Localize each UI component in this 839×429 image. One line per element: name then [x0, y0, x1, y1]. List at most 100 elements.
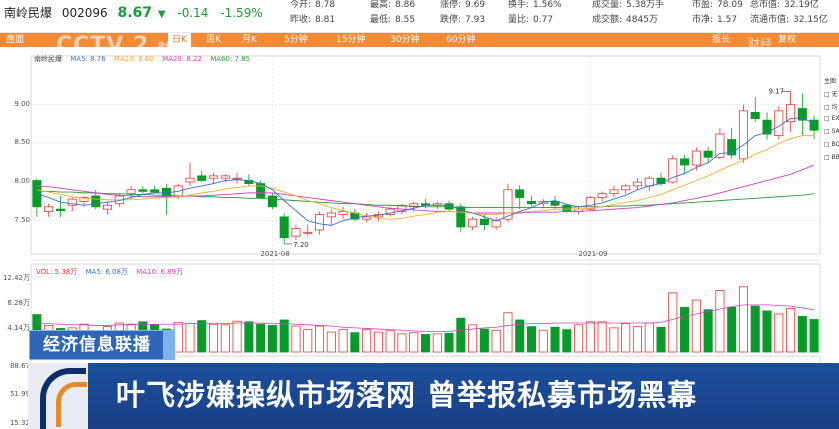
volume-bar — [456, 317, 466, 353]
volume-bar — [786, 308, 796, 353]
volume-bar — [703, 309, 713, 353]
candle-body — [515, 189, 525, 198]
candle-body — [585, 197, 595, 210]
volume-bar — [279, 319, 289, 353]
volume-bar — [738, 286, 748, 353]
volume-bar — [420, 334, 431, 353]
volume-bar — [267, 325, 277, 353]
high-annotation: 9.17 — [769, 88, 785, 96]
candle-body — [621, 185, 631, 191]
candle-body — [691, 150, 701, 166]
candle-body — [303, 231, 313, 234]
price-tick-label: 9.00 — [14, 99, 30, 108]
indicator-option[interactable]: □ BB — [824, 154, 839, 161]
volume-bar — [632, 326, 642, 353]
candle-body — [138, 189, 148, 192]
candle-body — [232, 177, 242, 180]
volume-bar — [562, 329, 572, 353]
volume-bar — [220, 324, 230, 353]
candle-body — [91, 195, 101, 208]
volume-bar — [574, 324, 584, 353]
candle-body — [103, 204, 113, 210]
candle-body — [774, 110, 784, 137]
program-tag-accent — [163, 330, 175, 360]
candle-body — [703, 150, 713, 158]
candle-body — [185, 177, 195, 183]
volume-bar — [597, 321, 607, 353]
volume-bar — [326, 331, 336, 353]
candle-body — [338, 211, 348, 215]
date-axis-label: 2021-09 — [578, 250, 608, 258]
candle-body — [609, 189, 619, 195]
candle-body — [279, 216, 289, 239]
candle-body — [562, 204, 572, 212]
price-tick-label: 8.00 — [14, 177, 30, 186]
volume-bar — [644, 322, 654, 353]
indicator-option[interactable]: 主图 — [824, 76, 836, 85]
volume-bar — [185, 323, 195, 353]
candle-body — [468, 218, 478, 228]
candle-body — [644, 177, 654, 187]
volume-bar — [291, 325, 301, 353]
volume-bar — [409, 332, 419, 353]
candle-body — [491, 220, 501, 228]
volume-bar — [609, 327, 619, 353]
low-annotation: 7.20 — [293, 241, 309, 249]
volume-tick-label: 8.28万 — [7, 299, 30, 307]
volume-bar — [256, 323, 266, 353]
macd-tick-label: 51.99 — [9, 390, 30, 398]
candle-body — [786, 104, 796, 123]
volume-bar — [797, 315, 807, 353]
candle-body — [632, 181, 642, 187]
volume-bar — [550, 326, 560, 353]
candle-body — [656, 177, 666, 184]
volume-bar — [209, 323, 219, 353]
macd-tick-label: 88.67 — [9, 362, 30, 370]
candle-body — [750, 112, 760, 120]
volume-bar — [750, 305, 760, 353]
indicator-option[interactable]: □ BO — [824, 141, 839, 148]
candle-body — [680, 158, 690, 166]
price-tick-label: 8.50 — [14, 138, 30, 147]
candle-body — [738, 110, 748, 160]
indicator-option[interactable]: □ 均 — [824, 102, 838, 111]
indicator-option[interactable]: □ 无 — [824, 89, 838, 98]
volume-bar — [691, 299, 701, 353]
candle-body — [314, 214, 325, 231]
volume-bar — [809, 319, 819, 353]
candle-body — [362, 216, 372, 220]
candle-body — [197, 175, 207, 181]
indicator-option[interactable]: □ SA — [824, 128, 839, 135]
candle-body — [326, 212, 336, 218]
indicator-option[interactable]: □ EX — [824, 115, 839, 122]
ticker-logo-arc-accent-icon — [56, 382, 87, 427]
volume-bar — [656, 326, 666, 353]
volume-bar — [303, 329, 313, 353]
candle-body — [209, 175, 219, 179]
candle-body — [479, 218, 489, 226]
candle-body — [55, 208, 65, 212]
volume-bar — [585, 321, 595, 353]
price-tick-label: 7.50 — [14, 215, 30, 224]
volume-bar — [314, 325, 325, 353]
volume-bar — [503, 312, 513, 353]
volume-bar — [362, 329, 372, 353]
volume-bar — [385, 330, 395, 353]
volume-bar — [338, 329, 348, 353]
candle-body — [526, 200, 537, 205]
volume-tick-label: 12.42万 — [2, 274, 30, 282]
price-panel-frame — [30, 55, 821, 255]
volume-bar — [668, 292, 678, 353]
volume-bar — [432, 333, 442, 353]
ma5-line — [36, 117, 815, 226]
volume-bar — [491, 329, 501, 353]
news-headline: 叶飞涉嫌操纵市场落网 曾举报私募市场黑幕 — [116, 378, 698, 412]
volume-bar — [444, 332, 454, 353]
volume-bar — [774, 313, 784, 353]
volume-bar — [197, 320, 207, 353]
candle-body — [220, 175, 230, 179]
volume-bar — [538, 329, 548, 353]
macd-tick-label: 15.32 — [9, 419, 30, 427]
volume-bar — [397, 333, 407, 353]
volume-bar — [715, 290, 725, 353]
